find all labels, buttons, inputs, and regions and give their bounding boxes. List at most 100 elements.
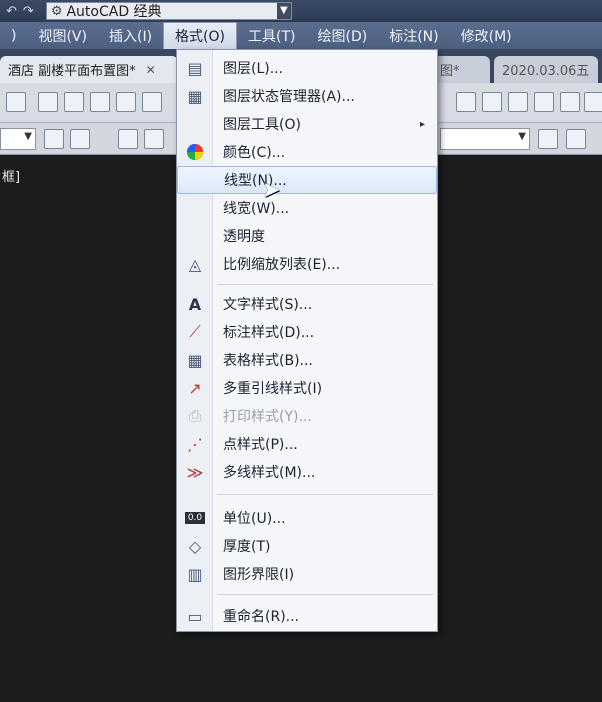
menu-item-plot-style: ⎙ 打印样式(Y)... xyxy=(177,402,437,430)
copy-icon[interactable] xyxy=(64,92,84,112)
redo-button[interactable]: ↷ xyxy=(23,4,34,19)
dim-style-icon: ⟋ xyxy=(189,322,201,341)
mleader-style-icon: ↗ xyxy=(188,378,202,398)
menu-item-dim-style[interactable]: ⟋ 标注样式(D)... xyxy=(177,318,437,346)
style-combo[interactable]: ▼ xyxy=(0,128,36,150)
menu-item-label: 图层(L)... xyxy=(223,61,284,77)
menu-item-table-style[interactable]: ▦ 表格样式(B)... xyxy=(177,346,437,374)
chevron-down-icon[interactable]: ▼ xyxy=(276,3,291,19)
menu-item-label: 透明度 xyxy=(223,229,265,245)
menu-separator xyxy=(217,594,433,595)
tab-label: 酒店 副楼平面布置图* xyxy=(8,64,136,79)
lightbulb-icon[interactable] xyxy=(144,129,164,149)
menu-item-mleader-style[interactable]: ↗ 多重引线样式(I) xyxy=(177,374,437,402)
menu-item-view[interactable]: 视图(V) xyxy=(27,22,98,49)
properties-icon[interactable] xyxy=(456,92,476,112)
menu-item-lineweight[interactable]: 线宽(W)... xyxy=(177,194,437,222)
menu-item-format[interactable]: 格式(O) xyxy=(163,22,237,49)
menu-separator xyxy=(217,284,433,285)
plot-style-icon: ⎙ xyxy=(188,406,202,425)
menu-item-label: 单位(U)... xyxy=(223,511,286,527)
thickness-icon: ◇ xyxy=(188,536,202,556)
tab-label: 图* xyxy=(440,64,460,79)
close-icon[interactable]: ✕ xyxy=(146,63,156,77)
mouse-pointer-icon: ➤ xyxy=(262,178,281,203)
menu-item-label: 厚度(T) xyxy=(223,539,271,555)
menu-bar: ) 视图(V) 插入(I) 格式(O) 工具(T) 绘图(D) 标注(N) 修改… xyxy=(0,22,602,49)
menu-item-point-style[interactable]: ⋰ 点样式(P)... xyxy=(177,430,437,458)
tool-palette-icon[interactable] xyxy=(508,92,528,112)
mline-style-icon: ≫ xyxy=(186,462,204,482)
chevron-down-icon: ▼ xyxy=(24,131,32,142)
workspace-selector[interactable]: ⚙ AutoCAD 经典 ▼ xyxy=(45,2,292,20)
layer-icon[interactable] xyxy=(118,129,138,149)
match-properties-icon[interactable] xyxy=(116,92,136,112)
linetype-combo[interactable]: ▼ xyxy=(440,128,530,150)
menu-item-tools[interactable]: 工具(T) xyxy=(237,22,306,49)
layer-previous-icon[interactable] xyxy=(538,129,558,149)
workspace-label: AutoCAD 经典 xyxy=(66,4,162,20)
menu-item-scale-list[interactable]: ◬ 比例缩放列表(E)... xyxy=(177,250,437,278)
menu-item-dimension[interactable]: 标注(N) xyxy=(378,22,449,49)
viewport-label: 框] xyxy=(2,170,21,185)
menu-item-text-style[interactable]: A 文字样式(S)... xyxy=(177,290,437,318)
tab-floor-plan[interactable]: 酒店 副楼平面布置图* ✕ xyxy=(0,56,178,83)
calculator-icon[interactable] xyxy=(584,92,602,112)
menu-item-modify[interactable]: 修改(M) xyxy=(450,22,523,49)
color-wheel-icon xyxy=(177,143,213,161)
point-style-icon: ⋰ xyxy=(187,434,203,454)
menu-item-mline-style[interactable]: ≫ 多线样式(M)... xyxy=(177,458,437,486)
menu-item-thickness[interactable]: ◇ 厚度(T) xyxy=(177,532,437,560)
menu-item-label: 文字样式(S)... xyxy=(223,297,313,313)
menu-item-draw[interactable]: 绘图(D) xyxy=(306,22,378,49)
menu-item-rename[interactable]: ▭ 重命名(R)... xyxy=(177,602,437,630)
sheet-set-icon[interactable] xyxy=(534,92,554,112)
menu-item-label: 表格样式(B)... xyxy=(223,353,313,369)
menu-item-insert[interactable]: 插入(I) xyxy=(98,22,163,49)
paste-icon[interactable] xyxy=(90,92,110,112)
menu-item-layer-tools[interactable]: 图层工具(O) ▸ xyxy=(177,110,437,138)
menu-item-units[interactable]: 0.0 单位(U)... xyxy=(177,504,437,532)
menu-item-label: 多重引线样式(I) xyxy=(223,381,323,397)
layer-states-icon[interactable] xyxy=(566,129,586,149)
menu-item-layer[interactable]: ▤ 图层(L)... xyxy=(177,54,437,82)
design-center-icon[interactable] xyxy=(482,92,502,112)
layer-manager-icon[interactable] xyxy=(70,129,90,149)
gear-icon: ⚙ xyxy=(50,3,63,19)
markup-icon[interactable] xyxy=(560,92,580,112)
cut-icon[interactable] xyxy=(38,92,58,112)
limits-icon: ▥ xyxy=(187,564,203,584)
tab-label: 2020.03.06五 xyxy=(502,64,590,79)
menu-item-label: 颜色(C)... xyxy=(223,145,286,161)
menu-item-label: 比例缩放列表(E)... xyxy=(223,257,341,273)
block-icon[interactable] xyxy=(142,92,162,112)
menu-item-linetype[interactable]: 线型(N)... xyxy=(177,166,437,194)
plot-icon[interactable] xyxy=(6,92,26,112)
menu-item-label: 标注样式(D)... xyxy=(223,325,315,341)
chevron-down-icon: ▼ xyxy=(518,131,526,142)
menu-item-drawing-limits[interactable]: ▥ 图形界限(I) xyxy=(177,560,437,588)
menu-separator xyxy=(217,494,433,495)
tab-date-drawing[interactable]: 2020.03.06五 xyxy=(494,56,598,83)
menu-item-layer-state-manager[interactable]: ▦ 图层状态管理器(A)... xyxy=(177,82,437,110)
menu-item-partial[interactable]: ) xyxy=(0,22,27,49)
units-icon: 0.0 xyxy=(177,512,213,524)
units-glyph: 0.0 xyxy=(184,512,206,524)
menu-item-label: 图层工具(O) xyxy=(223,117,301,133)
layer-state-icon: ▦ xyxy=(187,86,203,106)
menu-item-label: 点样式(P)... xyxy=(223,437,298,453)
menu-item-label: 图形界限(I) xyxy=(223,567,295,583)
undo-button[interactable]: ↶ xyxy=(6,4,17,19)
menu-item-color[interactable]: 颜色(C)... xyxy=(177,138,437,166)
rename-icon: ▭ xyxy=(187,606,203,626)
settings-icon[interactable] xyxy=(44,129,64,149)
tab-drawing[interactable]: 图* xyxy=(432,56,490,83)
scale-list-icon: ◬ xyxy=(188,254,202,274)
menu-item-label: 多线样式(M)... xyxy=(223,465,316,481)
title-bar: ↶ ↷ ⚙ AutoCAD 经典 ▼ xyxy=(0,0,602,22)
table-style-icon: ▦ xyxy=(187,350,203,370)
menu-item-label: 重命名(R)... xyxy=(223,609,300,625)
submenu-arrow-icon: ▸ xyxy=(419,118,425,130)
layer-icon: ▤ xyxy=(187,58,203,78)
menu-item-transparency[interactable]: 透明度 xyxy=(177,222,437,250)
